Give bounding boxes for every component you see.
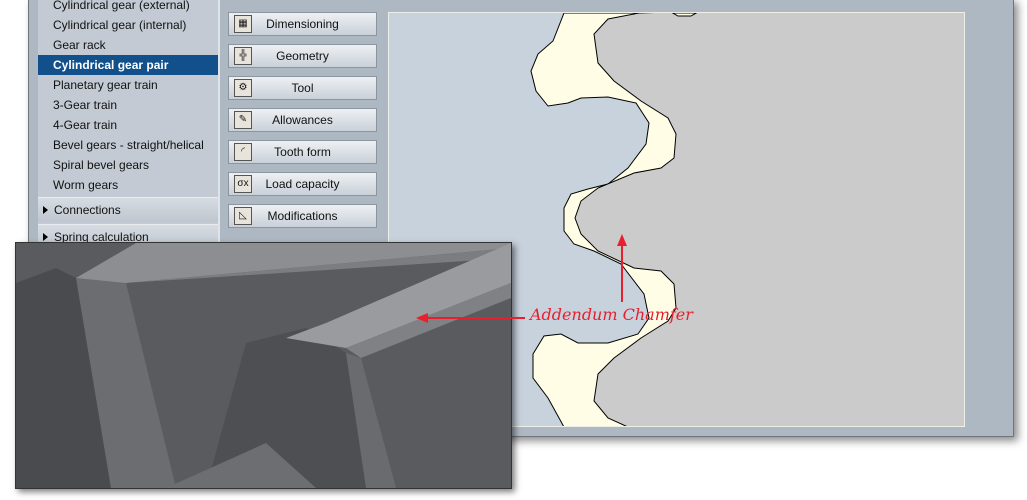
left-arrowhead-icon <box>416 313 428 323</box>
addendum-chamfer-label: Addendum Chamfer <box>530 305 693 324</box>
up-arrowhead-icon <box>617 234 627 246</box>
annotation-arrows <box>416 234 627 323</box>
